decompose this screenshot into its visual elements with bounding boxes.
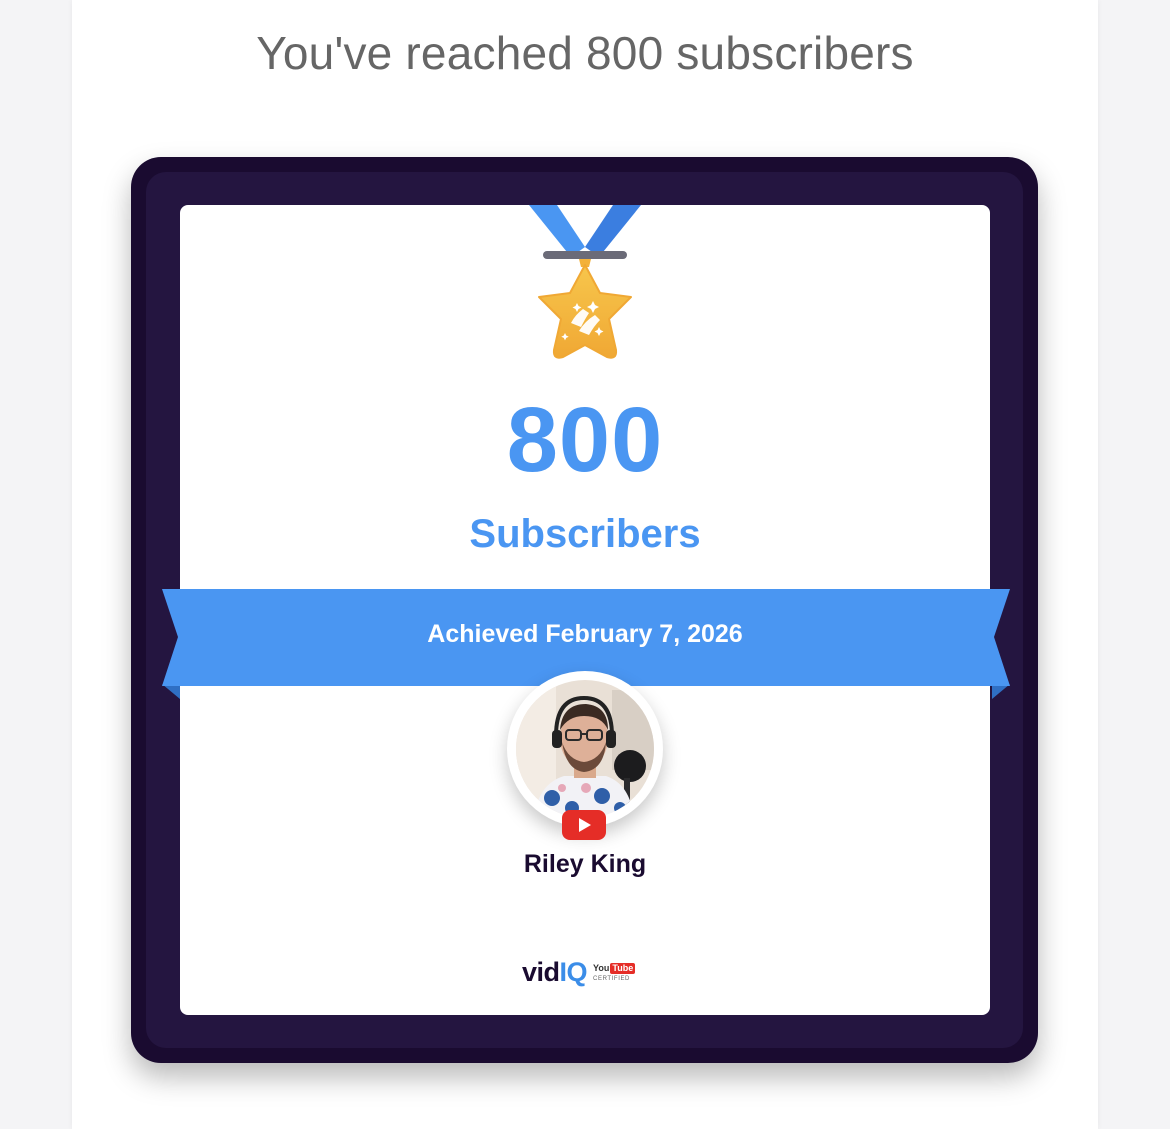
subscriber-count: 800 (506, 389, 664, 491)
vidiq-logo: vid IQ You Tube CERTIFIED (522, 955, 636, 989)
headline: You've reached 800 subscribers (256, 27, 914, 79)
youtube-certified-badge: You Tube CERTIFIED (593, 962, 636, 982)
yt-certified-text: CERTIFIED (593, 975, 630, 982)
youtube-play-icon (562, 810, 606, 840)
channel-avatar-frame (507, 671, 663, 827)
achieved-date: Achieved February 7, 2026 (427, 620, 743, 648)
subscriber-label: Subscribers (469, 512, 701, 556)
brand-vid-text: vid (522, 956, 560, 987)
medal-icon (529, 205, 641, 359)
yt-tube-text: Tube (610, 962, 636, 974)
avatar (516, 680, 654, 818)
yt-you-text: You (593, 962, 610, 973)
brand-iq-text: IQ (559, 956, 588, 987)
channel-name: Riley King (523, 850, 647, 878)
